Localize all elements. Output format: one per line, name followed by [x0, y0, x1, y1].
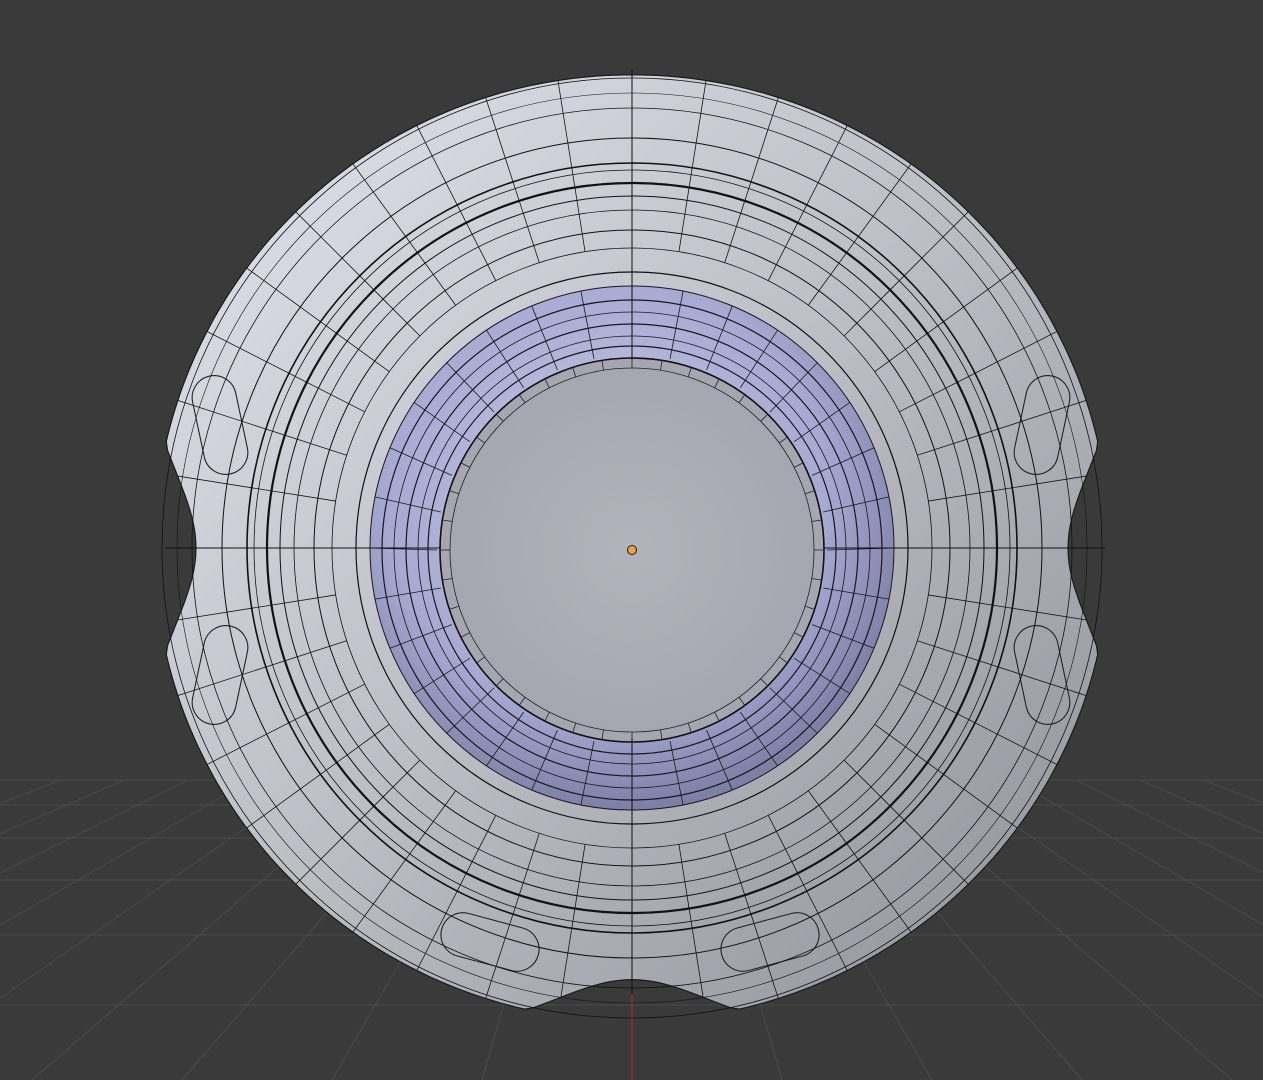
- 3d-viewport[interactable]: [0, 0, 1263, 1080]
- object-origin-point[interactable]: [627, 545, 637, 555]
